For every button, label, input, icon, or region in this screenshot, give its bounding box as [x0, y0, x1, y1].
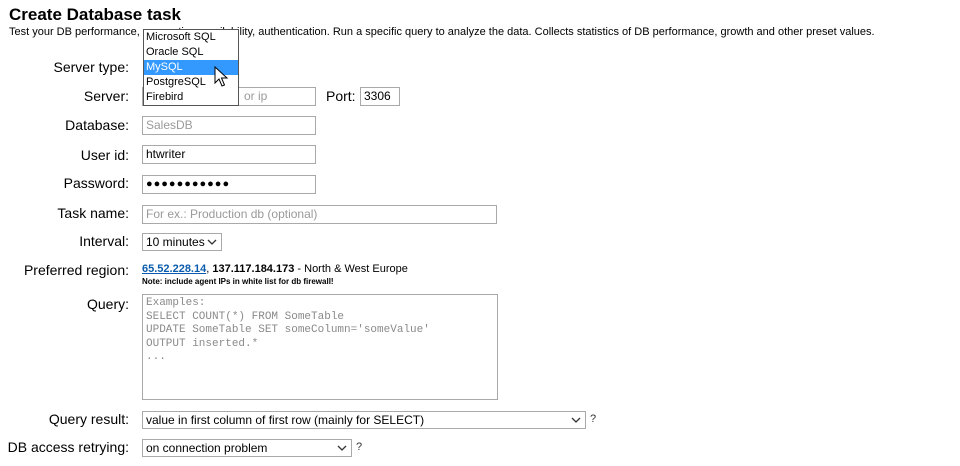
interval-label: Interval:	[79, 233, 129, 249]
interval-select[interactable]: 10 minutes	[142, 233, 222, 251]
region-name: - North & West Europe	[294, 263, 408, 275]
query-result-select[interactable]: value in first column of first row (main…	[142, 411, 586, 429]
server-type-label: Server type:	[53, 59, 129, 75]
query-result-help[interactable]: ?	[590, 413, 596, 425]
chevron-down-icon	[337, 445, 347, 451]
user-id-input[interactable]: htwriter	[142, 145, 316, 164]
chevron-down-icon	[571, 417, 581, 423]
page-title: Create Database task	[9, 5, 181, 24]
query-result-value: value in first column of first row (main…	[146, 413, 425, 427]
interval-value: 10 minutes	[146, 235, 205, 249]
db-access-retrying-label: DB access retrying:	[7, 439, 129, 455]
password-label: Password:	[63, 175, 129, 191]
server-label: Server:	[83, 88, 129, 104]
ip-separator: ,	[206, 263, 210, 275]
db-access-retrying-value: on connection problem	[146, 441, 268, 455]
task-name-input[interactable]: For ex.: Production db (optional)	[142, 205, 497, 224]
task-name-label: Task name:	[57, 205, 129, 221]
password-input[interactable]: ●●●●●●●●●●●	[142, 175, 316, 194]
database-input[interactable]: SalesDB	[142, 116, 316, 135]
page-description: Test your DB performance, connection, av…	[9, 26, 875, 38]
server-type-option[interactable]: Oracle SQL	[144, 45, 238, 60]
query-label: Query:	[86, 296, 129, 312]
region-ips: 65.52.228.14, 137.117.184.173 - North & …	[142, 263, 408, 275]
db-access-retrying-help[interactable]: ?	[356, 441, 362, 453]
server-type-option[interactable]: Firebird	[144, 90, 238, 105]
database-label: Database:	[65, 117, 129, 133]
chevron-down-icon	[207, 239, 217, 245]
region-ip-link[interactable]: 65.52.228.14	[142, 263, 206, 275]
port-label: Port:	[326, 88, 356, 104]
preferred-region-label: Preferred region:	[23, 262, 129, 278]
region-ip-secondary: 137.117.184.173	[212, 263, 295, 275]
mouse-cursor-icon	[214, 66, 229, 87]
query-textarea[interactable]: Examples: SELECT COUNT(*) FROM SomeTable…	[142, 294, 498, 400]
user-id-label: User id:	[80, 147, 129, 163]
firewall-note: Note: include agent IPs in white list fo…	[142, 277, 334, 286]
port-input[interactable]: 3306	[360, 87, 400, 106]
db-access-retrying-select[interactable]: on connection problem	[142, 439, 352, 457]
query-result-label: Query result:	[48, 411, 129, 427]
server-type-option[interactable]: Microsoft SQL	[144, 30, 238, 45]
